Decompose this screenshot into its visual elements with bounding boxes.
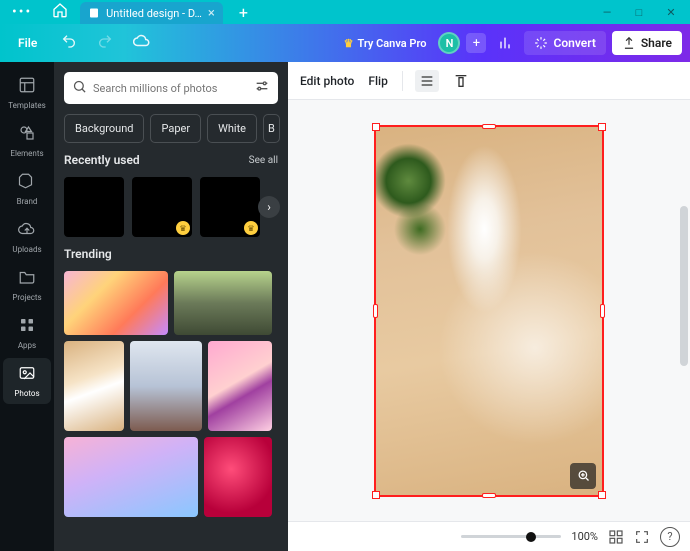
align-top-button[interactable] — [449, 70, 473, 92]
rail-photos[interactable]: Photos — [3, 358, 51, 404]
canvas-stage[interactable] — [288, 100, 690, 521]
menu-dots-button[interactable]: ••• — [4, 4, 40, 20]
fullscreen-button[interactable] — [634, 529, 650, 545]
uploads-icon — [18, 220, 36, 242]
recent-thumb[interactable] — [64, 177, 124, 237]
rail-elements[interactable]: Elements — [3, 118, 51, 164]
insights-button[interactable] — [492, 30, 518, 56]
resize-handle[interactable] — [482, 493, 496, 498]
premium-badge-icon: ♛ — [176, 221, 190, 235]
filter-chips: Background Paper White B — [64, 114, 278, 143]
file-menu-button[interactable]: File — [8, 30, 47, 56]
trending-thumb[interactable] — [64, 437, 198, 517]
top-toolbar: File ♛ Try Canva Pro N + Convert Share — [0, 24, 690, 62]
resize-handle[interactable] — [372, 491, 380, 499]
document-tab[interactable]: Untitled design - D… × — [80, 2, 223, 24]
rail-uploads[interactable]: Uploads — [3, 214, 51, 260]
share-button[interactable]: Share — [612, 31, 682, 55]
canvas-area: Edit photo Flip — [288, 62, 690, 551]
convert-button[interactable]: Convert — [524, 31, 605, 55]
recent-thumb[interactable]: ♛ — [200, 177, 260, 237]
zoom-knob[interactable] — [526, 532, 536, 542]
chip-background[interactable]: Background — [64, 114, 144, 143]
cloud-status-icon[interactable] — [127, 26, 157, 60]
trending-thumb[interactable] — [64, 271, 168, 335]
filter-sliders-icon[interactable] — [254, 78, 270, 98]
help-button[interactable]: ? — [660, 527, 680, 547]
elements-icon — [18, 124, 36, 146]
resize-handle[interactable] — [598, 123, 606, 131]
crown-icon: ♛ — [344, 37, 354, 50]
trending-heading: Trending — [64, 247, 112, 261]
align-list-button[interactable] — [415, 70, 439, 92]
close-tab-button[interactable]: × — [208, 6, 215, 21]
context-toolbar: Edit photo Flip — [288, 62, 690, 100]
sparkle-icon — [534, 36, 548, 50]
resize-handle[interactable] — [482, 124, 496, 129]
recent-row: ♛ ♛ › — [64, 177, 278, 237]
rail-projects[interactable]: Projects — [3, 262, 51, 308]
scrollbar-thumb[interactable] — [680, 206, 688, 366]
apps-icon — [18, 316, 36, 338]
tab-title: Untitled design - D… — [106, 7, 202, 20]
photos-panel: Background Paper White B Recently used S… — [54, 62, 288, 551]
chip-more[interactable]: B — [263, 114, 280, 143]
recent-thumb[interactable]: ♛ — [132, 177, 192, 237]
rail-brand[interactable]: Brand — [3, 166, 51, 212]
premium-badge-icon: ♛ — [244, 221, 258, 235]
window-minimize-button[interactable]: — — [592, 2, 622, 22]
trending-thumb[interactable] — [204, 437, 272, 517]
zoom-slider[interactable] — [461, 535, 561, 538]
search-bar[interactable] — [64, 72, 278, 104]
flip-button[interactable]: Flip — [366, 70, 389, 92]
recently-used-heading: Recently used — [64, 153, 140, 167]
templates-icon — [18, 76, 36, 98]
selection-frame — [374, 125, 604, 497]
trending-thumb[interactable] — [64, 341, 124, 431]
trending-thumb[interactable] — [130, 341, 202, 431]
side-rail: Templates Elements Brand Uploads Project… — [0, 62, 54, 551]
trending-thumb[interactable] — [208, 341, 272, 431]
undo-button[interactable] — [55, 27, 83, 59]
resize-handle[interactable] — [372, 123, 380, 131]
try-pro-button[interactable]: ♛ Try Canva Pro — [338, 33, 433, 54]
resize-handle[interactable] — [373, 304, 378, 318]
trending-grid — [64, 271, 278, 517]
photos-icon — [18, 364, 36, 386]
brand-icon — [18, 172, 36, 194]
see-all-link[interactable]: See all — [249, 155, 278, 166]
vertical-scrollbar[interactable] — [680, 106, 688, 515]
zoom-level[interactable]: 100% — [571, 530, 598, 543]
trending-thumb[interactable] — [174, 271, 272, 335]
rail-templates[interactable]: Templates — [3, 70, 51, 116]
window-maximize-button[interactable]: □ — [624, 2, 654, 22]
search-icon — [72, 79, 87, 98]
invite-button[interactable]: + — [466, 33, 486, 53]
search-input[interactable] — [93, 82, 248, 95]
separator — [402, 71, 403, 91]
new-tab-button[interactable]: + — [229, 3, 258, 22]
chip-white[interactable]: White — [207, 114, 257, 143]
grid-view-button[interactable] — [608, 529, 624, 545]
home-button[interactable] — [46, 2, 74, 22]
user-avatar[interactable]: N — [438, 32, 460, 54]
edit-photo-button[interactable]: Edit photo — [298, 70, 356, 92]
upload-icon — [622, 36, 636, 50]
resize-handle[interactable] — [600, 304, 605, 318]
scroll-right-button[interactable]: › — [258, 196, 280, 218]
chip-paper[interactable]: Paper — [150, 114, 201, 143]
resize-handle[interactable] — [598, 491, 606, 499]
page[interactable] — [374, 125, 604, 497]
title-bar: ••• Untitled design - D… × + — □ ✕ — [0, 0, 690, 24]
bottom-bar: 100% ? — [288, 521, 690, 551]
redo-button[interactable] — [91, 27, 119, 59]
rail-apps[interactable]: Apps — [3, 310, 51, 356]
window-close-button[interactable]: ✕ — [656, 2, 686, 22]
projects-icon — [18, 268, 36, 290]
